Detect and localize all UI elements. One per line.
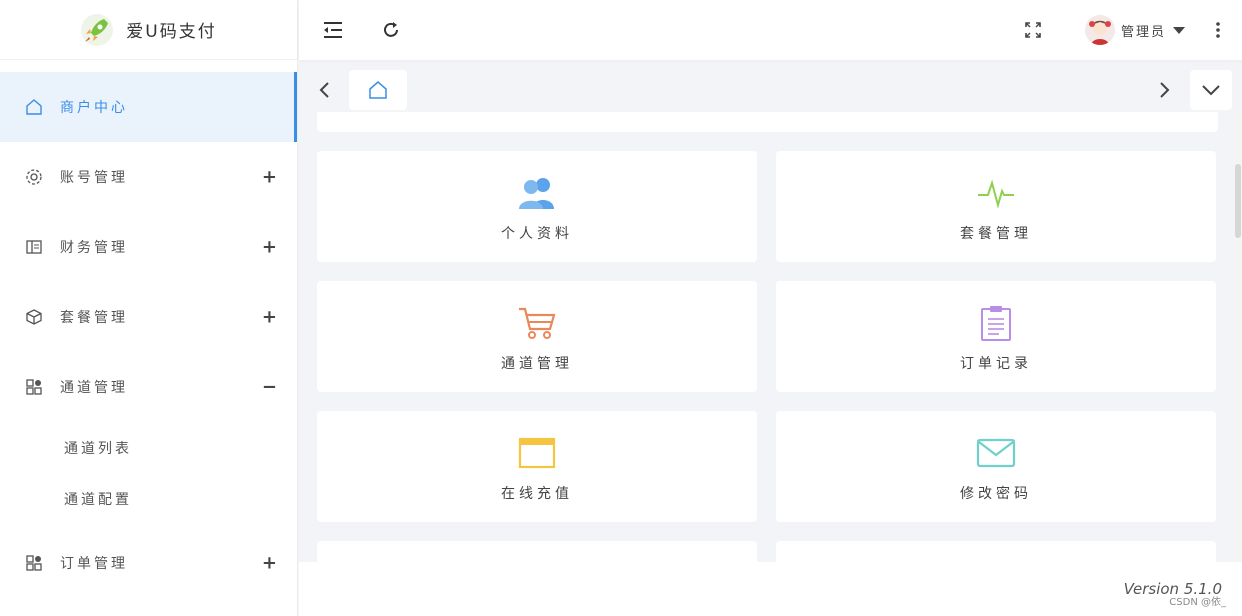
- apps-icon: [24, 553, 44, 573]
- clipboard-icon: [974, 301, 1018, 345]
- card-label: 套餐管理: [960, 225, 1032, 242]
- sidebar-item-package[interactable]: 套餐管理 +: [0, 282, 297, 352]
- tabs-scroll-left-button[interactable]: [309, 68, 339, 112]
- rocket-logo-icon: [81, 13, 114, 46]
- top-header: 管理员: [299, 0, 1242, 60]
- more-vertical-icon: [1216, 22, 1220, 38]
- expand-icon[interactable]: +: [262, 237, 277, 258]
- sidebar-item-channel[interactable]: 通道管理 −: [0, 352, 297, 422]
- card-icon: [515, 431, 559, 475]
- mail-icon: [974, 431, 1018, 475]
- sidebar-subitem-channel-list[interactable]: 通道列表: [0, 422, 297, 473]
- card-label: 修改密码: [960, 485, 1032, 502]
- avatar: [1084, 15, 1115, 45]
- card-change-password[interactable]: 修改密码: [776, 411, 1216, 522]
- tab-home[interactable]: [349, 70, 407, 110]
- card-partial[interactable]: [776, 541, 1216, 562]
- card-label: 在线充值: [501, 485, 573, 502]
- users-icon: [515, 171, 559, 215]
- sidebar-item-merchant-center[interactable]: 商户中心: [0, 72, 297, 142]
- cube-icon: [24, 307, 44, 327]
- sidebar-item-label: 商户中心: [60, 100, 128, 116]
- sidebar: 爱U码支付 商户中心 账号管理 + 财务管理 + 套餐管理 + 通道管理 − 通…: [0, 0, 298, 616]
- card-partial[interactable]: [317, 541, 757, 562]
- expand-icon[interactable]: +: [262, 167, 277, 188]
- sidebar-item-account[interactable]: 账号管理 +: [0, 142, 297, 212]
- tabs-bar: [299, 68, 1242, 112]
- scrollbar-thumb[interactable]: [1235, 164, 1241, 238]
- chevron-down-icon: [1202, 85, 1220, 96]
- card-label: 个人资料: [501, 225, 573, 242]
- refresh-icon: [384, 22, 398, 37]
- collapse-icon[interactable]: −: [262, 377, 277, 398]
- chevron-left-icon: [319, 82, 329, 98]
- main-content: 个人资料 套餐管理 通道管理 订单记录 在线充值 修改密码: [299, 112, 1218, 562]
- content-scrollbar[interactable]: [1234, 112, 1242, 562]
- card-recharge[interactable]: 在线充值: [317, 411, 757, 522]
- menu-fold-icon: [324, 22, 342, 38]
- app-title: 爱U码支付: [126, 22, 217, 42]
- expand-icon[interactable]: +: [262, 307, 277, 328]
- footer: Version 5.1.0 CSDN @依_: [299, 562, 1242, 616]
- chevron-right-icon: [1160, 82, 1170, 98]
- more-button[interactable]: [1208, 12, 1228, 48]
- watermark-text: CSDN @依_: [1169, 597, 1226, 608]
- logo-bar: 爱U码支付: [0, 0, 297, 60]
- caret-down-icon: [1173, 27, 1185, 34]
- card-channel[interactable]: 通道管理: [317, 281, 757, 392]
- collapse-menu-button[interactable]: [315, 12, 351, 48]
- sidebar-item-orders[interactable]: 订单管理 +: [0, 528, 297, 598]
- card-orders[interactable]: 订单记录: [776, 281, 1216, 392]
- user-name: 管理员: [1120, 24, 1166, 40]
- sidebar-subitem-channel-config[interactable]: 通道配置: [0, 473, 297, 524]
- user-menu[interactable]: 管理员: [1084, 15, 1186, 45]
- apps-icon: [24, 377, 44, 397]
- card-profile[interactable]: 个人资料: [317, 151, 757, 262]
- home-icon: [369, 81, 387, 99]
- card-label: 通道管理: [501, 355, 573, 372]
- ledger-icon: [24, 237, 44, 257]
- card-package[interactable]: 套餐管理: [776, 151, 1216, 262]
- expand-icon[interactable]: +: [262, 553, 277, 574]
- home-icon: [24, 97, 44, 117]
- sidebar-item-finance[interactable]: 财务管理 +: [0, 212, 297, 282]
- tabs-scroll-right-button[interactable]: [1150, 68, 1180, 112]
- quick-links-grid: 个人资料 套餐管理 通道管理 订单记录 在线充值 修改密码: [317, 151, 1218, 562]
- card-label: 订单记录: [960, 355, 1032, 372]
- sidebar-menu: 商户中心 账号管理 + 财务管理 + 套餐管理 + 通道管理 − 通道列表 通道…: [0, 72, 297, 598]
- cart-icon: [515, 301, 559, 345]
- fullscreen-icon: [1025, 22, 1041, 38]
- pulse-icon: [974, 171, 1018, 215]
- refresh-button[interactable]: [373, 12, 409, 48]
- gear-icon: [24, 167, 44, 187]
- content-top-panel: [317, 112, 1218, 132]
- fullscreen-button[interactable]: [1015, 12, 1051, 48]
- tabs-dropdown-button[interactable]: [1190, 70, 1232, 110]
